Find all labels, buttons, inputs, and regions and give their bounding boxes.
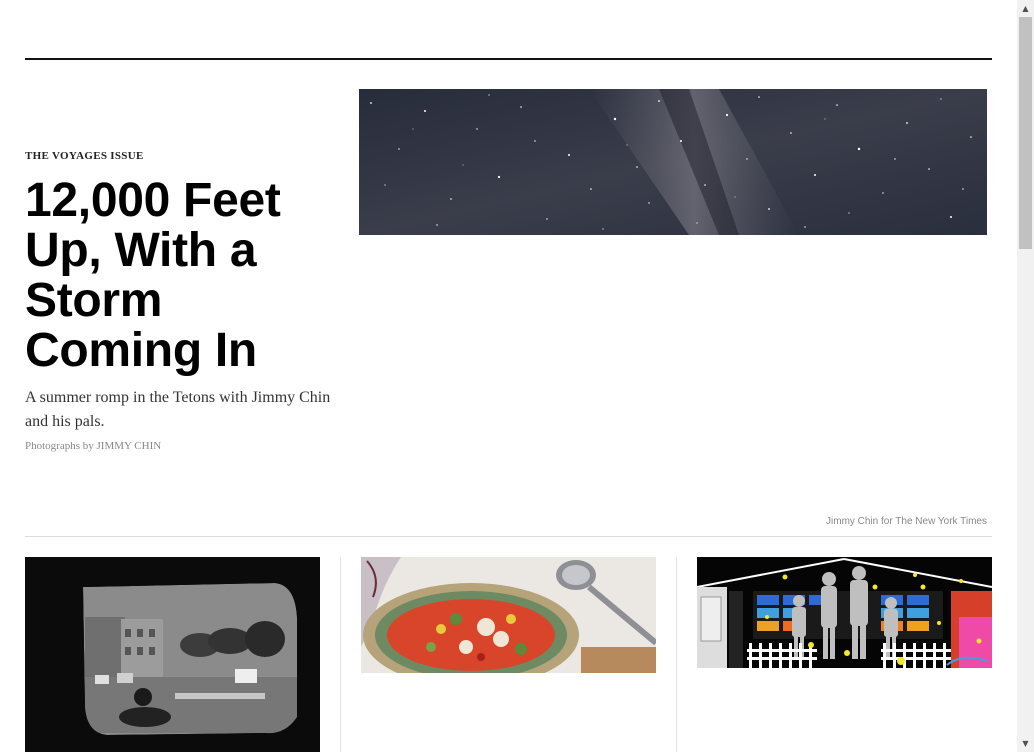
scrollbar-thumb[interactable] xyxy=(1019,17,1032,249)
scroll-down-arrow-icon[interactable]: ▼ xyxy=(1017,735,1034,752)
story-summary[interactable]: A summer romp in the Tetons with Jimmy C… xyxy=(25,386,335,434)
story-headline[interactable]: 12,000 Feet Up, With a Storm Coming In xyxy=(25,176,335,376)
story-kicker[interactable]: THE VOYAGES ISSUE xyxy=(25,150,335,162)
story-card-image-illustration[interactable] xyxy=(697,557,992,668)
vertical-scrollbar[interactable]: ▲ ▼ xyxy=(1017,0,1034,752)
image-credit: Jimmy Chin for The New York Times xyxy=(826,516,987,527)
column-divider xyxy=(676,557,677,752)
story-card-image-street[interactable] xyxy=(25,557,320,752)
hero-image[interactable] xyxy=(359,89,987,235)
story-card-image-soup[interactable] xyxy=(361,557,656,673)
story-byline: Photographs by JIMMY CHIN xyxy=(25,440,162,452)
scroll-up-arrow-icon[interactable]: ▲ xyxy=(1017,0,1034,17)
section-divider xyxy=(25,536,992,537)
hero-story[interactable]: THE VOYAGES ISSUE 12,000 Feet Up, With a… xyxy=(25,150,335,452)
section-top-rule xyxy=(25,58,992,60)
column-divider xyxy=(340,557,341,752)
